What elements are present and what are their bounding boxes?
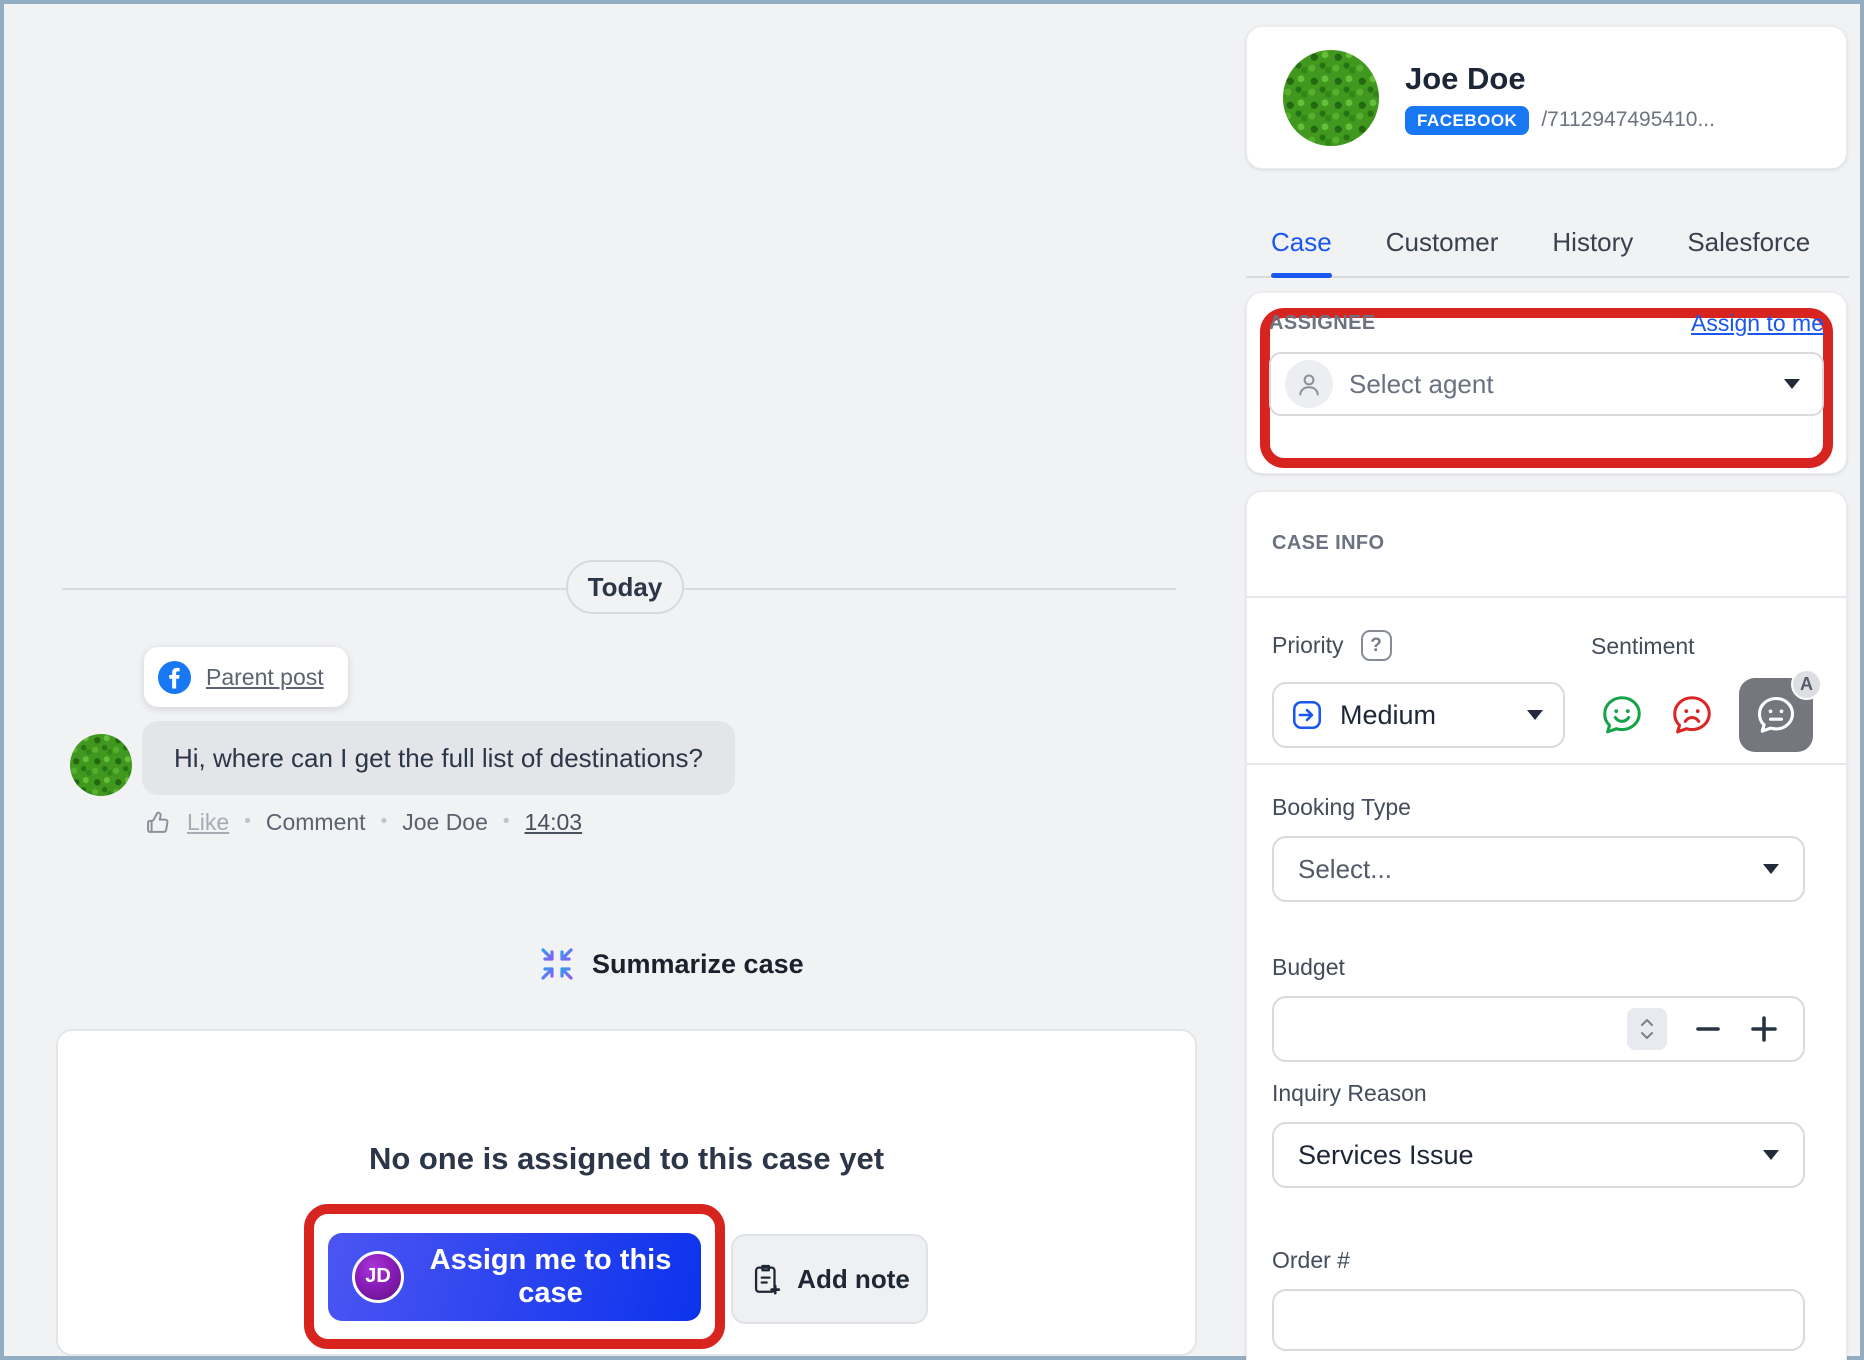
assignee-label: ASSIGNEE xyxy=(1269,312,1376,335)
budget-input[interactable] xyxy=(1298,1014,1627,1045)
add-note-label: Add note xyxy=(797,1264,910,1295)
empty-state-title: No one is assigned to this case yet xyxy=(58,1141,1195,1177)
assign-to-me-link[interactable]: Assign to me xyxy=(1691,310,1824,337)
case-console-page: { "user_card": { "name": "Joe Doe", "net… xyxy=(0,0,1864,1360)
order-number-input[interactable] xyxy=(1298,1305,1779,1336)
sentiment-positive-button[interactable] xyxy=(1599,692,1645,738)
sentiment-negative-button[interactable] xyxy=(1669,692,1715,738)
select-agent-placeholder: Select agent xyxy=(1349,369,1768,400)
customer-name: Joe Doe xyxy=(1405,61,1715,97)
order-number-label: Order # xyxy=(1272,1247,1350,1274)
chevron-down-icon xyxy=(1527,710,1543,720)
message-meta-row: Like • Comment • Joe Doe • 14:03 xyxy=(144,808,582,836)
facebook-icon xyxy=(158,661,191,694)
booking-type-placeholder: Select... xyxy=(1298,854,1763,885)
like-button[interactable]: Like xyxy=(187,809,229,836)
booking-type-label: Booking Type xyxy=(1272,794,1411,821)
sad-bubble-icon xyxy=(1669,692,1715,738)
budget-increment-button[interactable] xyxy=(1749,1014,1779,1044)
budget-field xyxy=(1272,996,1805,1062)
meta-separator: • xyxy=(244,811,251,833)
meta-separator: • xyxy=(381,811,388,833)
section-divider xyxy=(1247,596,1846,598)
assign-me-button[interactable]: JD Assign me to this case xyxy=(328,1233,701,1321)
inquiry-reason-label: Inquiry Reason xyxy=(1272,1080,1427,1107)
parent-post-label: Parent post xyxy=(206,664,324,691)
case-info-card: CASE INFO Priority ? Sentiment Medium xyxy=(1246,491,1847,1360)
add-note-button[interactable]: Add note xyxy=(731,1234,928,1324)
chevron-down-icon xyxy=(1784,379,1800,389)
highlight-assign-button: JD Assign me to this case xyxy=(304,1204,725,1349)
tab-salesforce[interactable]: Salesforce xyxy=(1687,208,1810,276)
agent-initials-avatar: JD xyxy=(352,1251,404,1303)
meta-separator: • xyxy=(503,811,510,833)
help-icon[interactable]: ? xyxy=(1361,630,1392,661)
summarize-case-button[interactable]: Summarize case xyxy=(539,946,804,982)
priority-dropdown[interactable]: Medium xyxy=(1272,682,1565,748)
customer-handle: /7112947495410... xyxy=(1541,108,1715,132)
sidebar-tabs: Case Customer History Salesforce xyxy=(1246,208,1849,278)
booking-type-dropdown[interactable]: Select... xyxy=(1272,836,1805,902)
summarize-case-label: Summarize case xyxy=(592,949,804,980)
assignee-card: ASSIGNEE Assign to me Select agent xyxy=(1246,292,1847,474)
empty-state-card: No one is assigned to this case yet JD A… xyxy=(56,1029,1197,1356)
tab-case[interactable]: Case xyxy=(1271,208,1332,276)
sentiment-label: Sentiment xyxy=(1591,633,1695,660)
chevron-down-icon xyxy=(1763,864,1779,874)
person-icon xyxy=(1285,360,1333,408)
sentiment-neutral-selected-button[interactable]: A xyxy=(1739,678,1813,752)
assign-me-label: Assign me to this case xyxy=(424,1244,677,1310)
customer-profile-card: Joe Doe FACEBOOK /7112947495410... xyxy=(1246,26,1847,169)
summarize-collapse-icon xyxy=(539,946,575,982)
customer-identity: Joe Doe FACEBOOK /7112947495410... xyxy=(1405,61,1715,135)
stepper-chevrons-icon xyxy=(1638,1015,1656,1043)
sentiment-options: A xyxy=(1599,678,1813,752)
inquiry-reason-value: Services Issue xyxy=(1298,1140,1763,1171)
auto-sentiment-badge: A xyxy=(1791,669,1822,700)
date-divider-pill: Today xyxy=(566,560,684,614)
order-number-field xyxy=(1272,1289,1805,1351)
customer-avatar xyxy=(70,734,132,796)
neutral-bubble-icon xyxy=(1754,693,1798,737)
tab-customer[interactable]: Customer xyxy=(1386,208,1499,276)
select-agent-dropdown[interactable]: Select agent xyxy=(1269,352,1824,416)
case-info-header: CASE INFO xyxy=(1272,532,1385,555)
comment-button[interactable]: Comment xyxy=(266,809,366,836)
budget-stepper[interactable] xyxy=(1627,1008,1667,1050)
plus-icon xyxy=(1749,1014,1779,1044)
inquiry-reason-dropdown[interactable]: Services Issue xyxy=(1272,1122,1805,1188)
minus-icon xyxy=(1693,1014,1723,1044)
priority-medium-icon xyxy=(1290,698,1324,732)
note-add-icon xyxy=(749,1262,783,1296)
thumbs-up-icon xyxy=(144,808,172,836)
message-timestamp[interactable]: 14:03 xyxy=(525,809,583,836)
section-divider xyxy=(1247,763,1846,765)
message-author: Joe Doe xyxy=(402,809,488,836)
tab-history[interactable]: History xyxy=(1552,208,1633,276)
parent-post-button[interactable]: Parent post xyxy=(144,647,348,707)
happy-bubble-icon xyxy=(1599,692,1645,738)
customer-profile-avatar xyxy=(1283,50,1379,146)
budget-label: Budget xyxy=(1272,954,1345,981)
priority-label: Priority xyxy=(1272,632,1344,659)
chevron-down-icon xyxy=(1763,1150,1779,1160)
budget-decrement-button[interactable] xyxy=(1693,1014,1723,1044)
facebook-network-badge: FACEBOOK xyxy=(1405,106,1529,135)
message-bubble: Hi, where can I get the full list of des… xyxy=(142,721,735,795)
priority-value: Medium xyxy=(1340,700,1511,731)
